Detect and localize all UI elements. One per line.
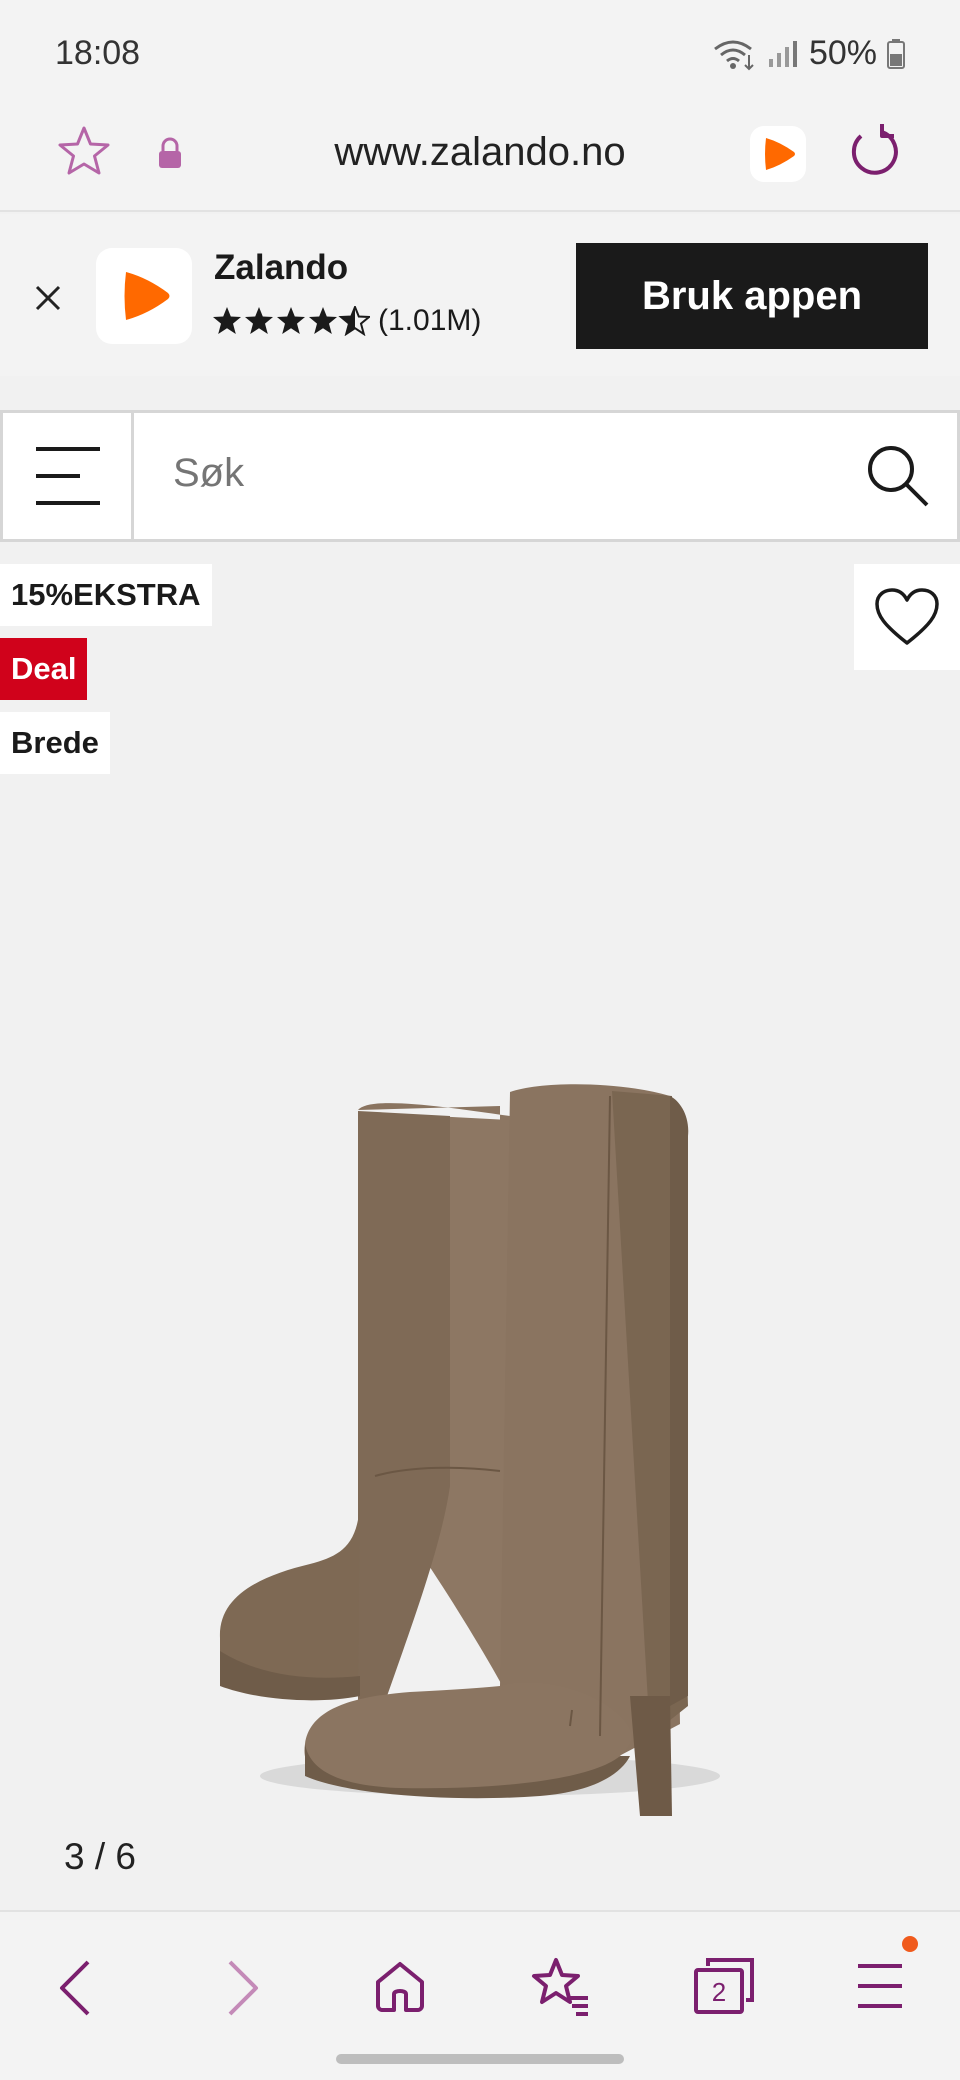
- close-icon[interactable]: [34, 284, 62, 312]
- rating-count: (1.01M): [378, 304, 482, 337]
- battery-percent: 50%: [808, 34, 877, 72]
- browser-menu-icon[interactable]: [856, 1958, 904, 2014]
- width-badge: Brede: [0, 712, 110, 774]
- app-rating: (1.01M): [212, 304, 481, 338]
- wifi-icon: [714, 40, 754, 70]
- search-input[interactable]: [173, 451, 823, 496]
- menu-button[interactable]: [3, 413, 134, 539]
- zalando-extension-button[interactable]: [750, 126, 806, 182]
- status-icons: 50%: [713, 34, 905, 73]
- gesture-bar: [336, 2054, 624, 2064]
- url-field[interactable]: www.zalando.no: [0, 130, 960, 175]
- status-bar: 18:08 50%: [0, 0, 960, 100]
- zalando-logo-icon: [765, 138, 795, 170]
- tabs-button[interactable]: 2: [692, 1956, 756, 2016]
- hamburger-icon: [36, 447, 100, 505]
- search-bar: [0, 410, 960, 542]
- zalando-logo-icon: [124, 272, 170, 320]
- product-image[interactable]: [200, 696, 760, 1816]
- search-icon[interactable]: [865, 443, 931, 509]
- app-install-banner: Zalando (1.01M) Bruk appen: [0, 214, 960, 376]
- reload-icon[interactable]: [846, 122, 904, 180]
- heart-icon: [875, 588, 939, 645]
- product-page: 15%EKSTRA Deal Brede 3 / 6: [0, 376, 960, 1910]
- image-counter: 3 / 6: [64, 1836, 136, 1877]
- status-time: 18:08: [55, 34, 141, 72]
- notification-dot: [902, 1936, 918, 1952]
- home-icon[interactable]: [372, 1958, 428, 2014]
- rating-stars-icon: [213, 306, 370, 335]
- extra-discount-badge: 15%EKSTRA: [0, 564, 212, 626]
- tab-count: 2: [711, 1977, 727, 2007]
- signal-icon: [768, 40, 797, 67]
- forward-icon[interactable]: [222, 1958, 262, 2018]
- browser-bottom-nav: 2: [0, 1910, 960, 2080]
- back-icon[interactable]: [56, 1958, 96, 2018]
- use-app-button[interactable]: Bruk appen: [576, 243, 928, 349]
- app-logo: [96, 248, 192, 344]
- address-bar: www.zalando.no: [0, 100, 960, 212]
- battery-icon: [887, 38, 905, 69]
- wishlist-button[interactable]: [854, 564, 960, 670]
- app-name: Zalando: [214, 248, 349, 287]
- deal-badge: Deal: [0, 638, 88, 700]
- bookmarks-icon[interactable]: [530, 1956, 590, 2016]
